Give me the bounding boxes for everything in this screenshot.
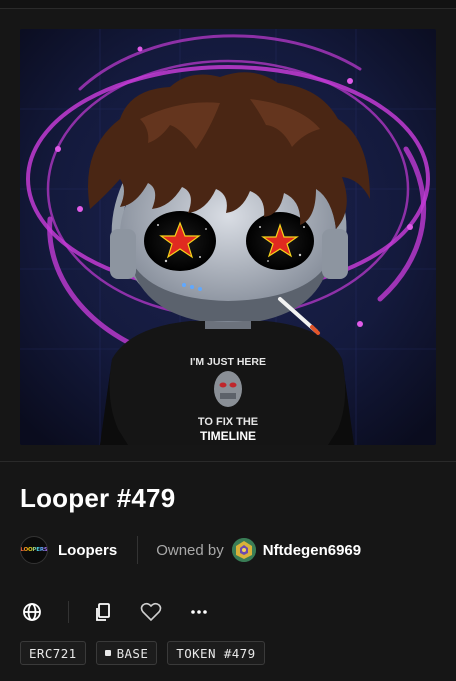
base-chain-icon <box>104 650 111 656</box>
action-bar <box>20 597 211 627</box>
token-standard-label: ERC721 <box>29 645 77 661</box>
collection-link[interactable]: Loopers <box>58 542 117 559</box>
looper-artwork: I'M JUST HERE TO FIX THE TIMELINE <box>20 29 436 445</box>
nft-meta-row: LOOPERS Loopers Owned by Nftdegen6969 <box>20 535 440 565</box>
chain-tag[interactable]: BASE <box>95 641 158 665</box>
collection-logo-text: LOOPERS <box>20 547 48 553</box>
nft-card: I'M JUST HERE TO FIX THE TIMELINE Looper… <box>0 8 456 681</box>
divider <box>0 461 456 462</box>
shirt-text-3: TIMELINE <box>200 429 256 443</box>
token-id-tag[interactable]: TOKEN #479 <box>167 641 265 665</box>
token-id-label: TOKEN #479 <box>176 645 256 661</box>
tag-row: ERC721 BASE TOKEN #479 <box>20 641 265 665</box>
token-standard-tag: ERC721 <box>20 641 86 665</box>
shirt-text-1: I'M JUST HERE <box>190 356 266 368</box>
owned-by-label: Owned by <box>156 541 224 559</box>
shirt-text-2: TO FIX THE <box>198 416 258 428</box>
chain-label: BASE <box>116 645 149 661</box>
nft-image[interactable]: I'M JUST HERE TO FIX THE TIMELINE <box>20 29 436 445</box>
owner-avatar-image <box>231 538 256 562</box>
owner-link[interactable]: Nftdegen6969 <box>263 542 361 559</box>
more-icon[interactable] <box>187 600 211 624</box>
heart-icon[interactable] <box>139 600 163 624</box>
globe-icon[interactable] <box>20 600 44 624</box>
nft-title: Looper #479 <box>20 483 176 513</box>
action-separator <box>68 601 69 623</box>
copy-icon[interactable] <box>91 600 115 624</box>
meta-separator <box>137 536 139 564</box>
owner-avatar[interactable] <box>231 538 256 562</box>
collection-avatar[interactable]: LOOPERS <box>20 536 48 564</box>
